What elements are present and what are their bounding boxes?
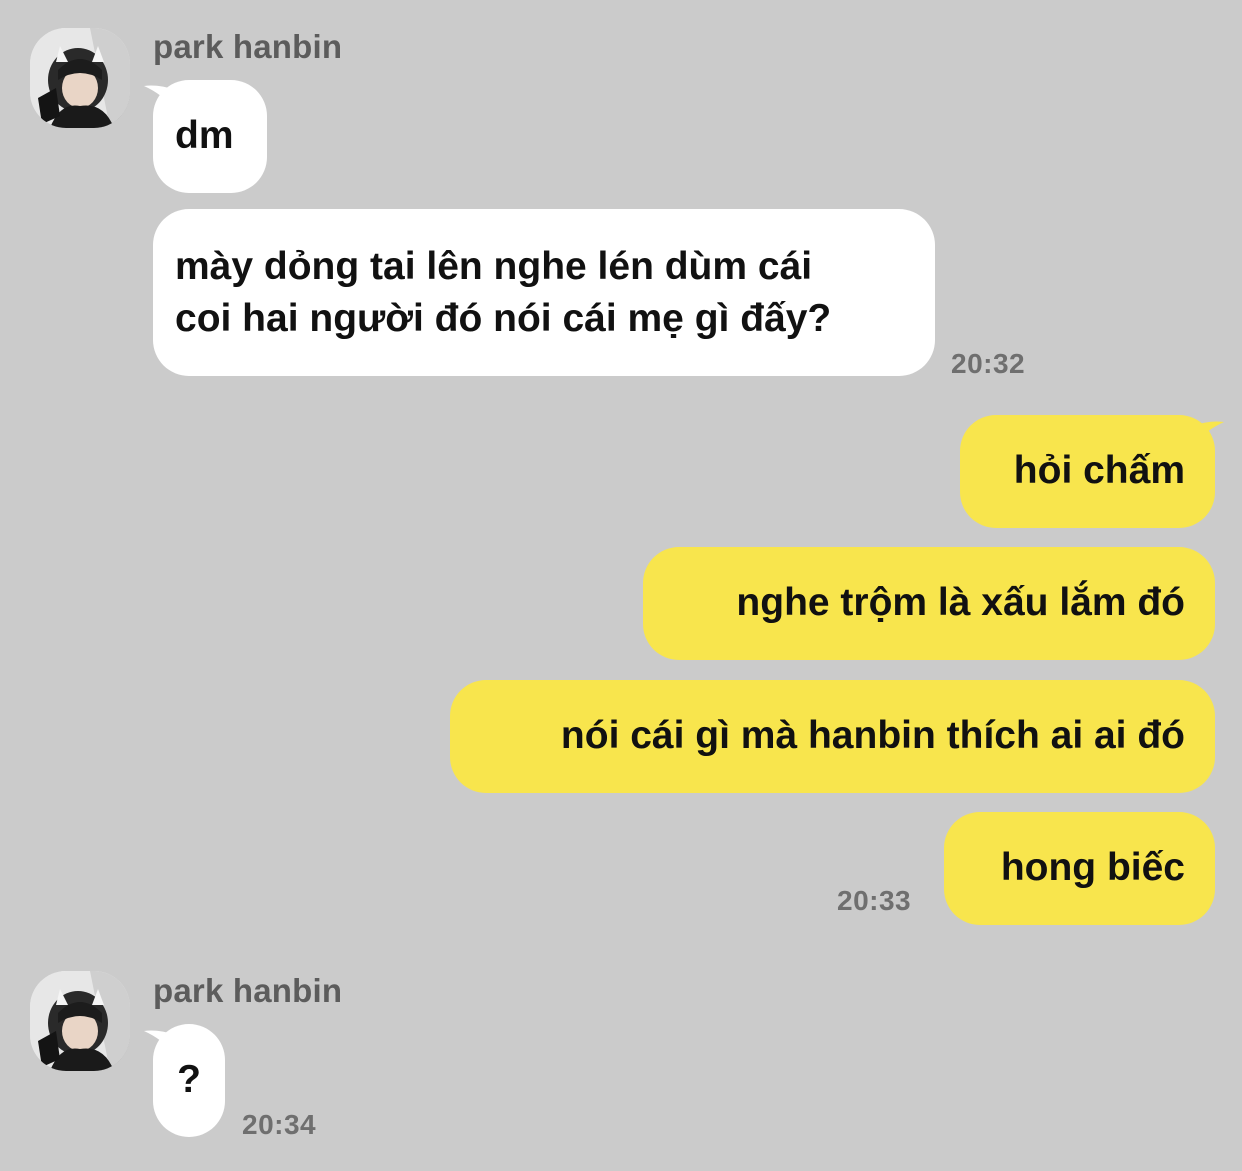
message-text-line: coi hai người đó nói cái mẹ gì đấy? — [175, 297, 832, 340]
sender-avatar[interactable] — [30, 28, 130, 128]
sender-name: park hanbin — [153, 28, 343, 65]
sender-avatar[interactable] — [30, 971, 130, 1071]
message-timestamp: 20:34 — [242, 1109, 317, 1140]
outgoing-message[interactable]: nghe trộm là xấu lắm đó — [643, 547, 1215, 660]
message-text: hong biếc — [1000, 846, 1185, 889]
profile-photo-icon — [30, 28, 130, 128]
message-text-line: mày dỏng tai lên nghe lén dùm cái — [175, 245, 813, 288]
outgoing-message[interactable]: hong biếc — [944, 812, 1215, 925]
outgoing-message[interactable]: nói cái gì mà hanbin thích ai ai đó — [450, 680, 1215, 793]
message-text: hỏi chấm — [1013, 449, 1185, 492]
message-timestamp: 20:32 — [951, 348, 1026, 379]
incoming-message[interactable]: ? — [153, 1024, 225, 1137]
message-text: nghe trộm là xấu lắm đó — [736, 581, 1185, 624]
chat-screen: park hanbin dm mày dỏng tai lên nghe lén… — [0, 0, 1242, 1171]
incoming-message[interactable]: mày dỏng tai lên nghe lén dùm cái coi ha… — [153, 209, 935, 376]
message-text: nói cái gì mà hanbin thích ai ai đó — [560, 714, 1185, 757]
outgoing-message[interactable]: hỏi chấm — [960, 415, 1215, 528]
message-text: ? — [177, 1058, 201, 1101]
message-text: dm — [175, 114, 234, 157]
sender-name: park hanbin — [153, 972, 343, 1009]
incoming-message[interactable]: dm — [153, 80, 267, 193]
profile-photo-icon — [30, 971, 130, 1071]
message-timestamp: 20:33 — [837, 885, 912, 916]
